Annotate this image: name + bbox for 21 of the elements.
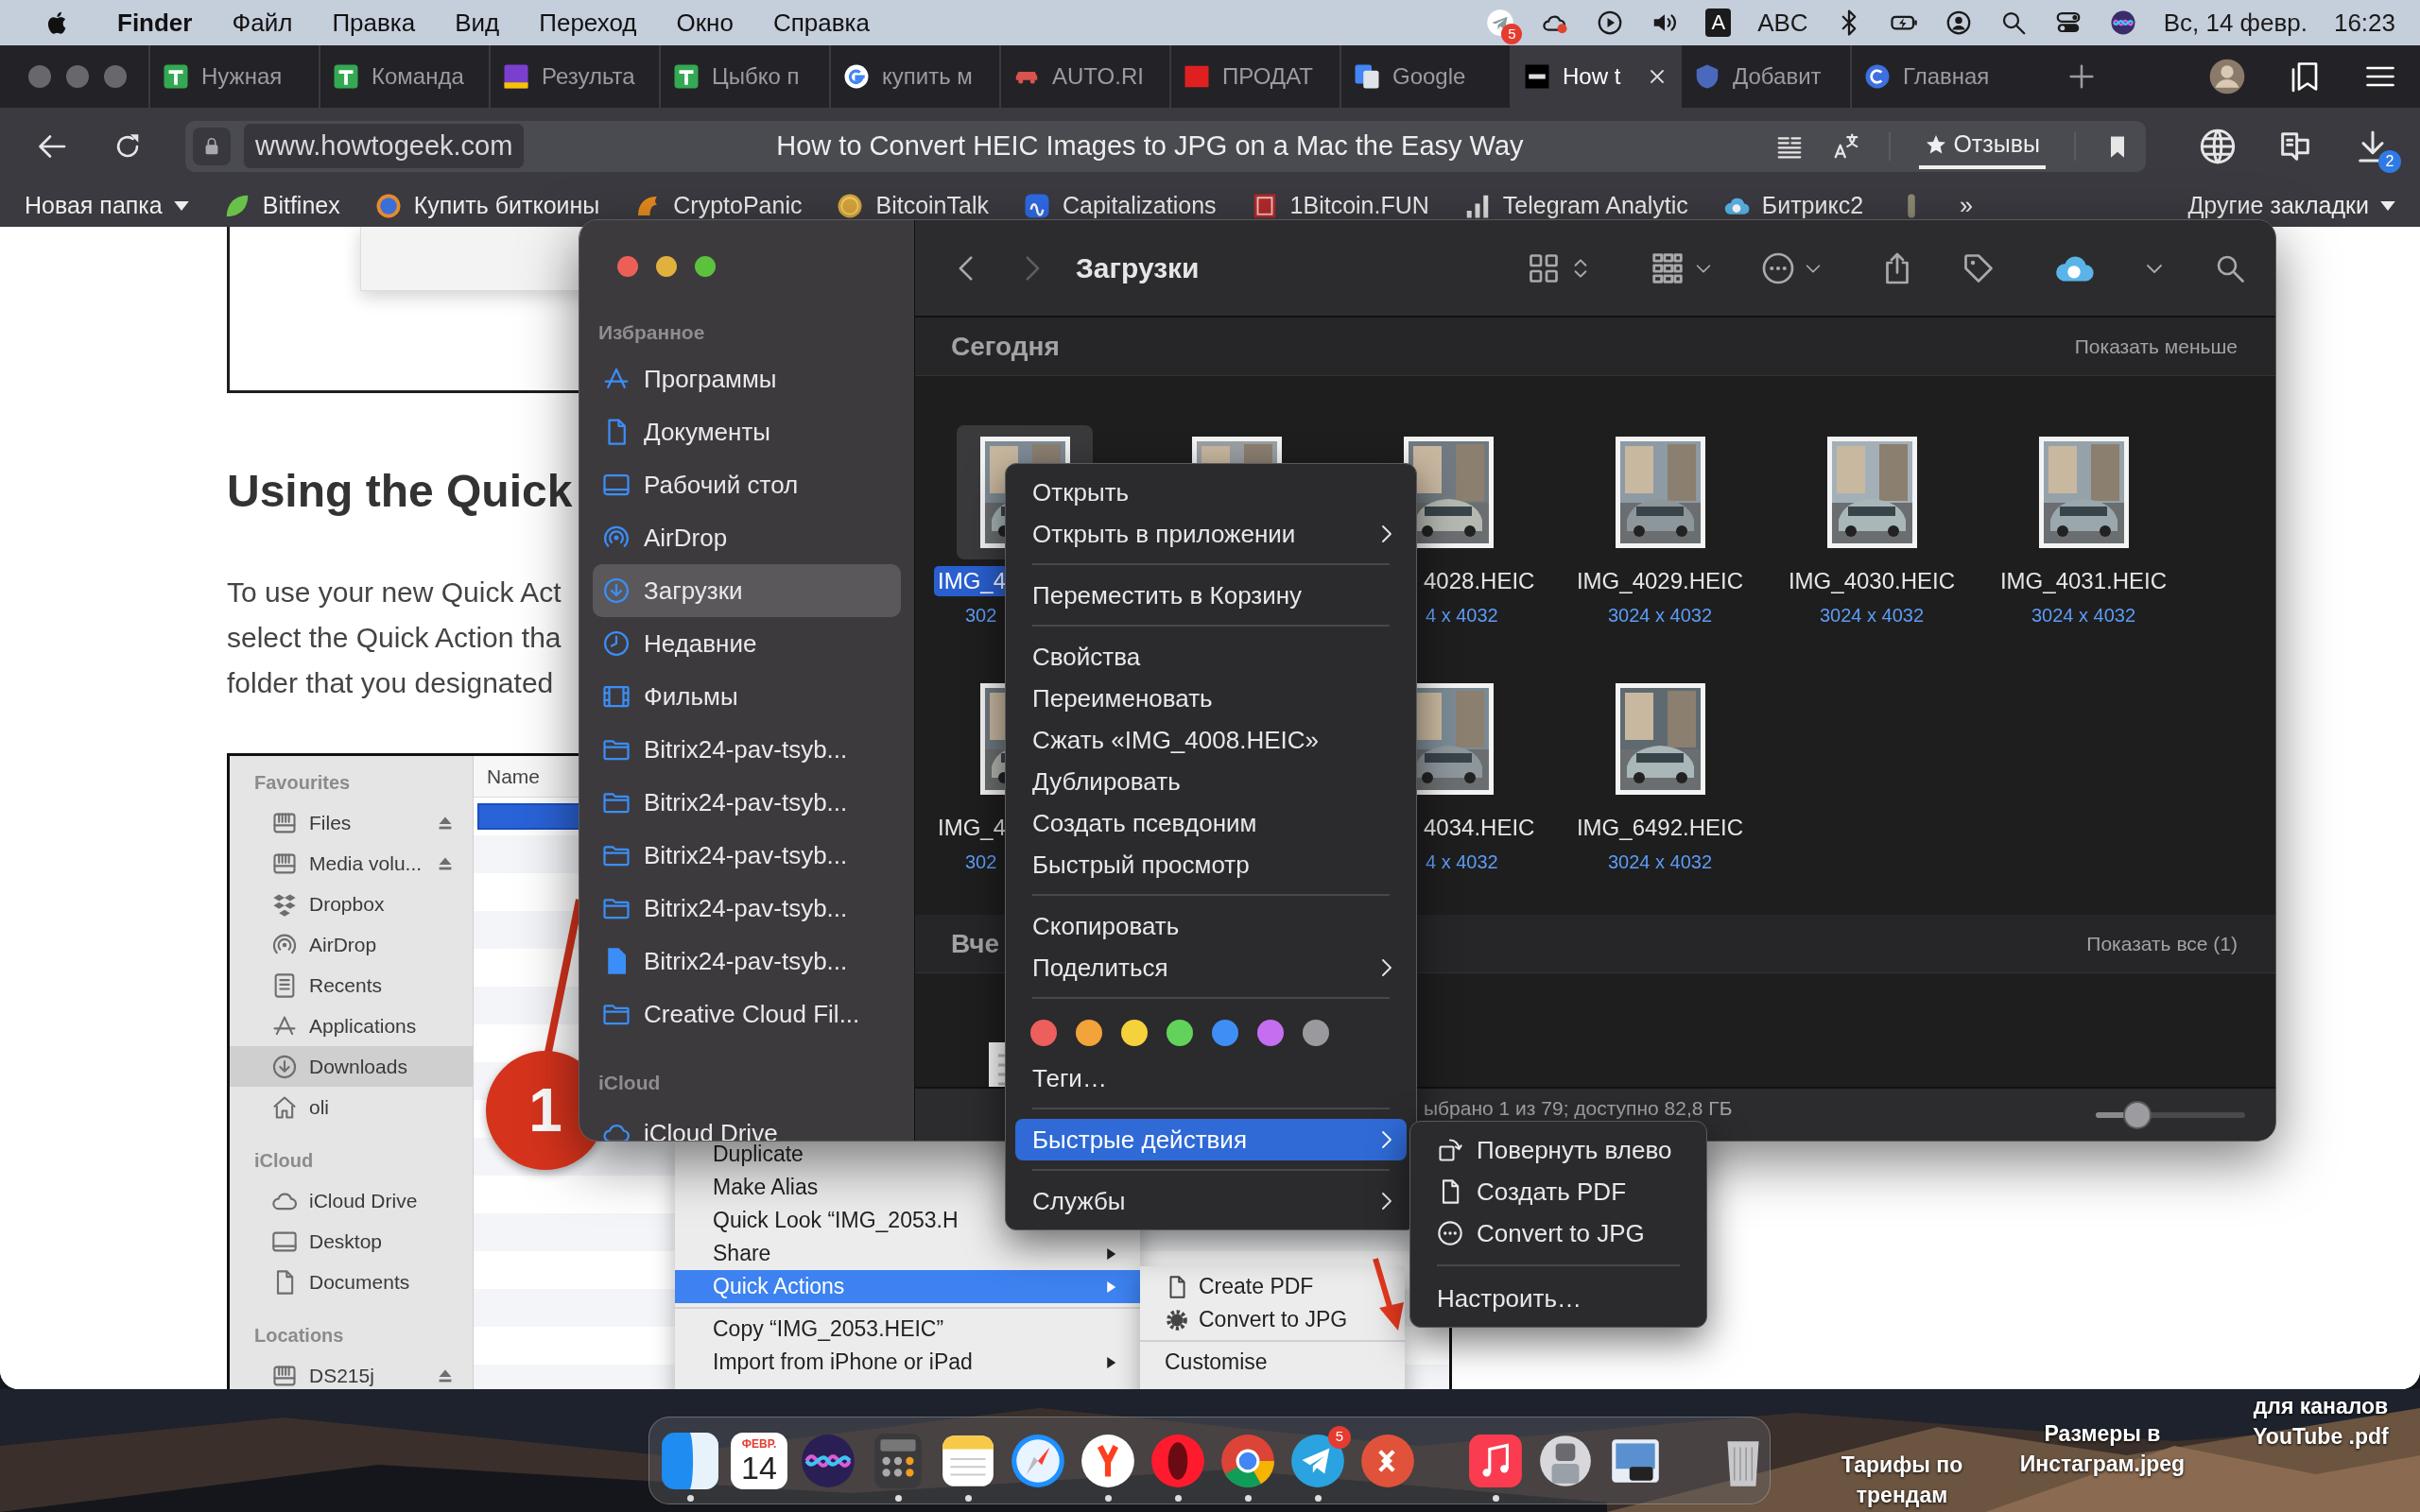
section-header: Locations bbox=[253, 1324, 345, 1348]
section-header: Favourites bbox=[253, 771, 352, 795]
section-title: Сегодня bbox=[951, 330, 1060, 363]
image-dimensions: 4 x 4032 bbox=[1426, 604, 1498, 627]
image-dimensions: 3024 x 4032 bbox=[2031, 604, 2136, 627]
status-text: ыбрано 1 из 79; доступно 82,8 ГБ bbox=[1424, 1098, 1733, 1118]
notification-badge: 2 bbox=[2378, 149, 2401, 173]
image-dimensions: 3024 x 4032 bbox=[1607, 850, 1713, 874]
article-heading: Using the Quick bbox=[227, 465, 573, 518]
image-dimensions: 3024 x 4032 bbox=[1819, 604, 1925, 627]
image-dimensions: 302 bbox=[965, 850, 997, 874]
page-title: How to Convert HEIC Images to JPG on a Mac the Easy Way bbox=[775, 129, 1525, 163]
window-title: Загрузки bbox=[1076, 251, 1200, 285]
section-header: iCloud bbox=[253, 1149, 315, 1173]
section-header: Избранное bbox=[597, 320, 706, 346]
image-dimensions: 3024 x 4032 bbox=[1607, 604, 1713, 627]
image-dimensions: 302 bbox=[965, 604, 997, 627]
article-paragraph: To use your new Quick Act select the Quick Action tha folder that you designated bbox=[227, 576, 562, 700]
image-dimensions: 4 x 4032 bbox=[1426, 850, 1498, 874]
notification-badge: 5 bbox=[1501, 24, 1523, 44]
section-title: Вче bbox=[951, 927, 999, 960]
